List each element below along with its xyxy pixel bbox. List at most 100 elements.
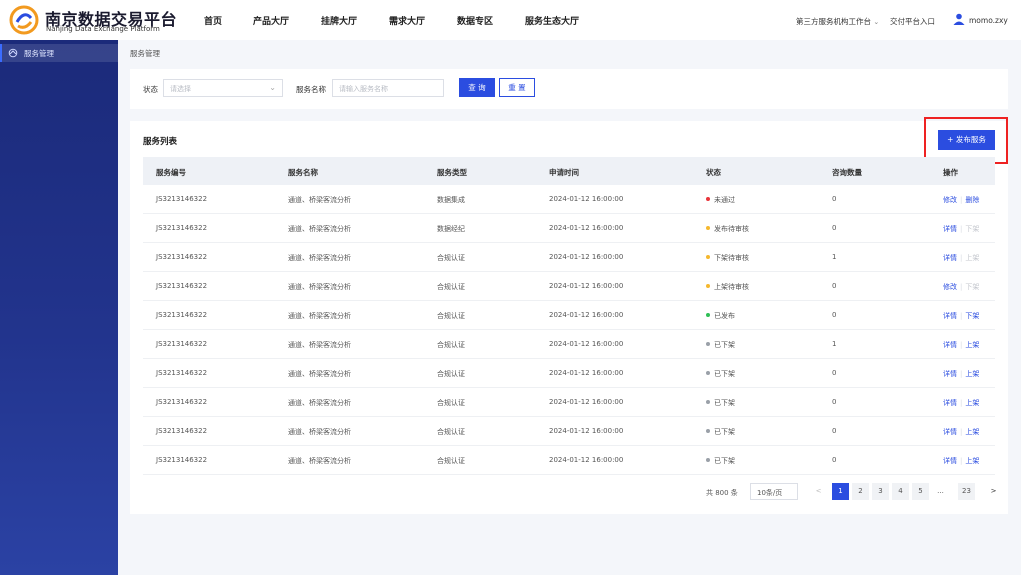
page-size-select[interactable]: 10条/页 ⌄ xyxy=(750,483,798,500)
cell-status: 未通过 xyxy=(706,195,735,205)
next-page-button[interactable]: > xyxy=(985,483,1002,500)
cell-service-type: 合规认证 xyxy=(437,399,465,407)
chevron-down-icon: ⌄ xyxy=(757,487,763,495)
row-actions: 修改 | 下架 xyxy=(943,282,979,292)
cell-status: 已下架 xyxy=(706,398,735,408)
row-action-primary[interactable]: 详情 xyxy=(943,457,957,465)
row-action-secondary[interactable]: 上架 xyxy=(965,428,979,436)
table-row: JS3213146322 通道、桥梁客流分析 合规认证 2024-01-12 16:0… xyxy=(143,301,995,330)
action-separator: | xyxy=(960,254,963,262)
status-text: 未通过 xyxy=(714,196,735,204)
row-action-primary[interactable]: 详情 xyxy=(943,225,957,233)
cell-service-id: JS3213146322 xyxy=(156,282,208,290)
cell-service-type: 合规认证 xyxy=(437,283,465,291)
row-actions: 详情 | 上架 xyxy=(943,456,979,466)
action-separator: | xyxy=(960,457,963,465)
cell-service-id: JS3213146322 xyxy=(156,340,208,348)
delivery-entry-link[interactable]: 交付平台入口 xyxy=(890,16,935,27)
page-button[interactable]: 23 xyxy=(958,483,975,500)
col-header-count: 咨询数量 xyxy=(832,168,862,177)
prev-page-button[interactable]: < xyxy=(810,483,827,500)
row-action-secondary[interactable]: 上架 xyxy=(965,341,979,349)
reset-button[interactable]: 重 置 xyxy=(499,78,535,97)
service-name-label: 服务名称 xyxy=(296,85,326,94)
user-icon[interactable] xyxy=(953,13,965,25)
status-text: 已发布 xyxy=(714,312,735,320)
nav-service-eco[interactable]: 服务生态大厅 xyxy=(525,14,579,27)
nav-home[interactable]: 首页 xyxy=(204,14,222,27)
row-action-primary[interactable]: 详情 xyxy=(943,428,957,436)
cell-status: 已下架 xyxy=(706,369,735,379)
nav-demand[interactable]: 需求大厅 xyxy=(389,14,425,27)
page-button[interactable]: 1 xyxy=(832,483,849,500)
cell-status: 已下架 xyxy=(706,456,735,466)
row-action-secondary[interactable]: 上架 xyxy=(965,457,979,465)
row-action-secondary[interactable]: 上架 xyxy=(965,399,979,407)
table-header: 服务编号 服务名称 服务类型 申请时间 状态 咨询数量 操作 xyxy=(143,157,995,185)
col-header-id: 服务编号 xyxy=(156,168,186,177)
cell-status: 已下架 xyxy=(706,427,735,437)
cell-service-name: 通道、桥梁客流分析 xyxy=(288,370,351,378)
status-text: 已下架 xyxy=(714,399,735,407)
status-text: 发布待审核 xyxy=(714,225,749,233)
table-row: JS3213146322 通道、桥梁客流分析 合规认证 2024-01-12 16:0… xyxy=(143,243,995,272)
page-button[interactable]: 4 xyxy=(892,483,909,500)
row-actions: 详情 | 上架 xyxy=(943,340,979,350)
status-dot-icon xyxy=(706,255,710,259)
platform-logo-icon[interactable] xyxy=(8,4,40,36)
cell-apply-time: 2024-01-12 16:00:00 xyxy=(549,340,624,348)
cell-apply-time: 2024-01-12 16:00:00 xyxy=(549,369,624,377)
row-action-primary[interactable]: 详情 xyxy=(943,312,957,320)
status-select[interactable]: 请选择 ⌄ xyxy=(163,79,283,97)
service-icon xyxy=(8,48,18,58)
page-button[interactable]: 2 xyxy=(852,483,869,500)
row-action-secondary[interactable]: 上架 xyxy=(965,370,979,378)
pagination-total: 共 800 条 xyxy=(706,489,738,497)
cell-service-id: JS3213146322 xyxy=(156,398,208,406)
chevron-down-icon: ⌄ xyxy=(269,83,276,92)
nav-listing[interactable]: 挂牌大厅 xyxy=(321,14,357,27)
cell-service-type: 合规认证 xyxy=(437,428,465,436)
cell-service-id: JS3213146322 xyxy=(156,456,208,464)
page-button[interactable]: 5 xyxy=(912,483,929,500)
cell-status: 已发布 xyxy=(706,311,735,321)
cell-service-id: JS3213146322 xyxy=(156,253,208,261)
nav-products[interactable]: 产品大厅 xyxy=(253,14,289,27)
row-action-secondary[interactable]: 删除 xyxy=(965,196,979,204)
cell-consult-count: 1 xyxy=(832,253,837,261)
cell-service-name: 通道、桥梁客流分析 xyxy=(288,225,351,233)
cell-consult-count: 0 xyxy=(832,369,837,377)
cell-service-name: 通道、桥梁客流分析 xyxy=(288,341,351,349)
status-dot-icon xyxy=(706,400,710,404)
service-name-input[interactable]: 请输入服务名称 xyxy=(332,79,444,97)
row-action-primary[interactable]: 详情 xyxy=(943,341,957,349)
breadcrumb: 服务管理 xyxy=(130,49,160,58)
status-dot-icon xyxy=(706,284,710,288)
row-action-primary[interactable]: 修改 xyxy=(943,196,957,204)
service-list-panel: 服务列表 + 发布服务 服务编号 服务名称 服务类型 申请时间 状态 咨询数量 … xyxy=(130,117,1008,514)
row-action-primary[interactable]: 详情 xyxy=(943,370,957,378)
action-separator: | xyxy=(960,370,963,378)
pagination-ellipsis[interactable]: ... xyxy=(932,483,949,500)
cell-consult-count: 0 xyxy=(832,398,837,406)
status-dot-icon xyxy=(706,342,710,346)
row-action-primary[interactable]: 详情 xyxy=(943,254,957,262)
row-action-primary[interactable]: 修改 xyxy=(943,283,957,291)
status-dot-icon xyxy=(706,197,710,201)
query-button[interactable]: 查 询 xyxy=(459,78,495,97)
row-action-secondary[interactable]: 下架 xyxy=(965,312,979,320)
status-dot-icon xyxy=(706,371,710,375)
filter-panel: 状态 请选择 ⌄ 服务名称 请输入服务名称 查 询 重 置 xyxy=(130,69,1008,109)
page-button[interactable]: 3 xyxy=(872,483,889,500)
username[interactable]: momo.zxy xyxy=(969,16,1008,25)
nav-data-zone[interactable]: 数据专区 xyxy=(457,14,493,27)
status-dot-icon xyxy=(706,313,710,317)
workbench-dropdown[interactable]: 第三方服务机构工作台 ⌄ xyxy=(796,16,879,27)
sidebar-item-service-management[interactable]: 服务管理 xyxy=(0,44,118,62)
cell-apply-time: 2024-01-12 16:00:00 xyxy=(549,282,624,290)
cell-service-name: 通道、桥梁客流分析 xyxy=(288,312,351,320)
service-table: 服务编号 服务名称 服务类型 申请时间 状态 咨询数量 操作 JS3213146… xyxy=(143,157,995,475)
row-action-primary[interactable]: 详情 xyxy=(943,399,957,407)
cell-service-type: 数据经纪 xyxy=(437,225,465,233)
action-separator: | xyxy=(960,341,963,349)
